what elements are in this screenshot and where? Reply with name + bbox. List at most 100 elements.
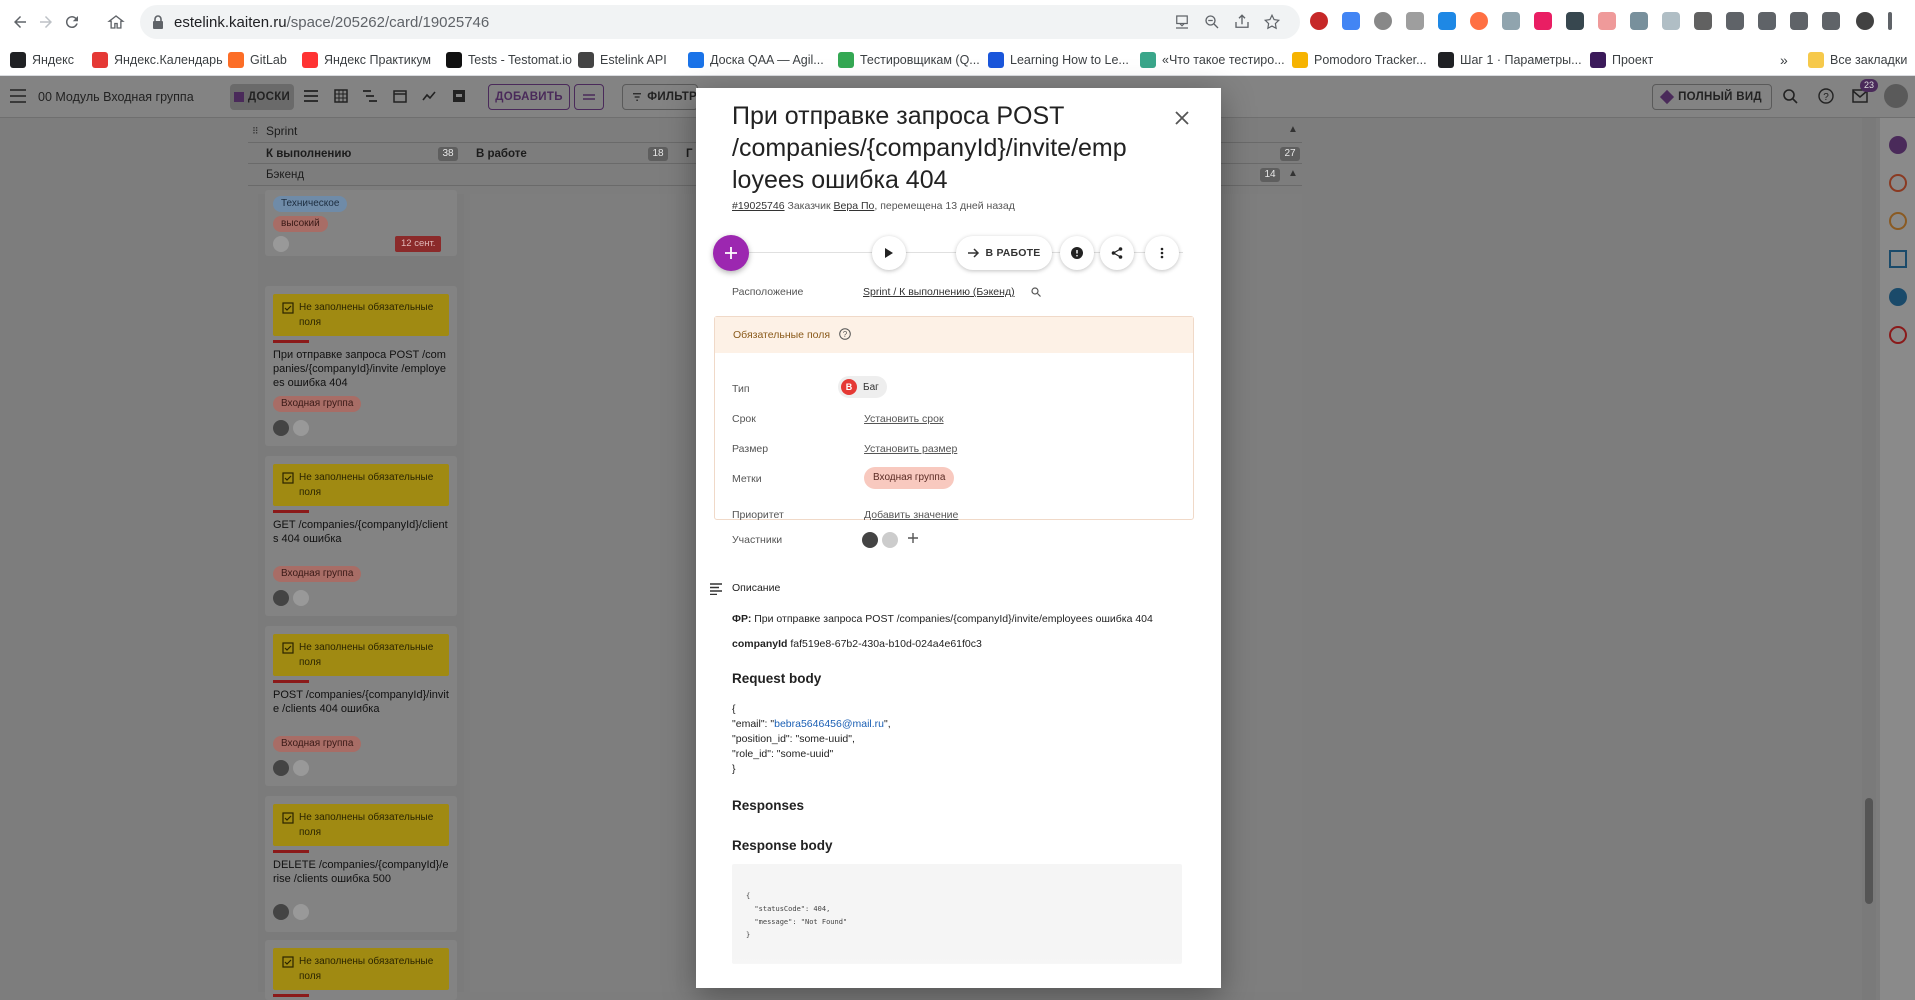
search-icon[interactable] [1782,88,1798,104]
bookmark-star-icon[interactable] [1263,13,1281,31]
share-icon[interactable] [1233,13,1251,31]
add-member-icon[interactable] [907,532,919,544]
bookmark-item[interactable]: GitLab [228,50,287,70]
card-title[interactable]: При отправке запроса POST /companies/{co… [732,100,1162,196]
timeline-view-icon[interactable] [363,90,377,102]
move-in-work-button[interactable]: В РАБОТЕ [956,236,1052,270]
description-fr[interactable]: ФР: При отправке запроса POST /companies… [732,613,1153,625]
drag-handle-icon[interactable]: ⠿ [252,126,259,137]
board-card[interactable]: Не заполнены обязательные поля При отпра… [265,286,457,446]
menu-icon[interactable] [10,89,26,103]
request-body-code[interactable]: {"email": "bebra5646456@mail.ru", "positi… [732,702,891,777]
bookmark-item[interactable]: Estelink API [578,50,667,70]
set-due-link[interactable]: Установить срок [864,413,944,425]
boards-view-button[interactable]: ДОСКИ [230,84,294,110]
copy-icon[interactable] [1889,250,1907,268]
bug-extension-icon[interactable] [1694,12,1712,30]
user-avatar[interactable] [1884,84,1908,108]
column-title-review[interactable]: Г [686,148,693,160]
timer-icon[interactable] [1889,174,1907,192]
extension-f-icon[interactable] [1662,12,1680,30]
filter-button[interactable]: ФИЛЬТР [622,84,698,110]
bookmark-item[interactable]: «Что такое тестиро... [1140,50,1285,70]
adblock-icon[interactable] [1310,12,1328,30]
reload-icon[interactable] [60,10,84,34]
extension-blue-icon[interactable] [1438,12,1456,30]
avatar[interactable] [882,532,898,548]
lock-icon[interactable] [152,15,164,29]
bookmark-item[interactable]: Learning How to Le... [988,50,1129,70]
full-view-button[interactable]: ПОЛНЫЙ ВИД [1652,84,1772,110]
location-link[interactable]: Sprint / К выполнению (Бэкенд) [863,286,1015,298]
page-scrollbar[interactable] [1862,118,1876,1000]
help-icon[interactable]: ? [1818,88,1834,104]
zoom-icon[interactable] [1203,13,1221,31]
block-card-button[interactable] [1060,236,1094,270]
add-button[interactable]: ДОБАВИТЬ [488,84,570,110]
list-view-icon[interactable] [304,90,318,102]
members-icon[interactable] [1889,136,1907,154]
column-title-todo[interactable]: К выполнению [266,148,351,160]
add-priority-link[interactable]: Добавить значение [864,509,958,521]
board-card[interactable]: Не заполнены обязательные поля GET /comp… [265,456,457,616]
profile-avatar[interactable] [1856,12,1874,30]
back-icon[interactable] [8,10,32,34]
bookmark-item[interactable]: Доска QAA — Agil... [688,50,824,70]
browser-menu-icon[interactable] [1888,12,1892,30]
address-bar[interactable]: estelink.kaiten.ru/space/205262/card/190… [140,5,1300,39]
install-app-icon[interactable] [1173,13,1191,31]
media-controls-icon[interactable] [1758,12,1776,30]
bookmark-item[interactable]: Pomodoro Tracker... [1292,50,1427,70]
more-options-button[interactable] [1145,236,1179,270]
history-icon[interactable] [1889,212,1907,230]
board-card[interactable]: Техническое высокий 12 сент. [265,190,457,256]
all-bookmarks[interactable]: Все закладки [1808,50,1907,70]
home-icon[interactable] [104,10,128,34]
avatar[interactable] [862,532,878,548]
board-card[interactable]: Не заполнены обязательные поля [265,940,457,1000]
calendar-view-icon[interactable] [393,89,407,103]
start-timer-button[interactable] [872,236,906,270]
extension-dark-icon[interactable] [1566,12,1584,30]
translate-icon[interactable] [1342,12,1360,30]
forward-icon[interactable] [34,10,58,34]
board-card[interactable]: Не заполнены обязательные поля POST /com… [265,626,457,786]
sublane-title[interactable]: Бэкенд [266,169,304,181]
extension-pink-icon[interactable] [1534,12,1552,30]
collapse-sublane-icon[interactable]: ▲ [1288,168,1298,179]
bookmark-item[interactable]: Tests - Testomat.io [446,50,572,70]
lane-title[interactable]: Sprint [266,124,297,138]
block-icon[interactable] [1889,326,1907,344]
share-card-button[interactable] [1100,236,1134,270]
column-title-in-progress[interactable]: В работе [476,148,527,160]
board-card[interactable]: Не заполнены обязательные поля DELETE /c… [265,796,457,932]
add-options-button[interactable] [574,84,604,110]
close-button[interactable] [1170,106,1194,130]
extensions-puzzle-icon[interactable] [1726,12,1744,30]
scrollbar-thumb[interactable] [1865,798,1873,904]
table-view-icon[interactable] [334,89,348,103]
location-search-icon[interactable] [1031,287,1041,297]
space-title[interactable]: 00 Модуль Входная группа [38,90,194,104]
bookmark-item[interactable]: Яндекс [10,50,74,70]
tag-chip[interactable]: Входная группа [864,467,955,489]
type-selector[interactable]: B Баг [838,376,887,398]
extension-v-icon[interactable] [1630,12,1648,30]
side-panel-icon[interactable] [1822,12,1840,30]
chart-view-icon[interactable] [422,89,436,103]
extension-circle-icon[interactable] [1374,12,1392,30]
doc-view-icon[interactable] [452,89,466,103]
bookmark-item[interactable]: Яндекс Практикум [302,50,431,70]
shield-icon[interactable] [1502,12,1520,30]
customer-link[interactable]: Вера По [834,200,875,212]
extension-puzzle-gray-icon[interactable] [1406,12,1424,30]
download-icon[interactable] [1790,12,1808,30]
add-action-button[interactable] [713,235,749,271]
email-value[interactable]: bebra5646456@mail.ru [774,718,884,730]
set-size-link[interactable]: Установить размер [864,443,957,455]
collapse-lane-icon[interactable]: ▲ [1288,124,1298,135]
response-code-block[interactable]: { "statusCode": 404, "message": "Not Fou… [732,864,1182,964]
bookmark-item[interactable]: Яндекс.Календарь [92,50,223,70]
bookmark-item[interactable]: Шаг 1 · Параметры... [1438,50,1582,70]
help-icon[interactable]: ? [839,328,851,340]
